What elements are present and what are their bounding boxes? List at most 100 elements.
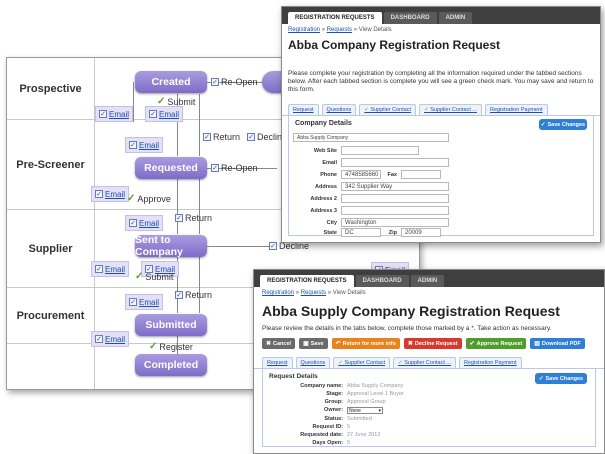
address2-field[interactable]	[341, 194, 449, 203]
check-icon: ✓	[127, 193, 136, 204]
email-action[interactable]: ✓Email	[125, 215, 164, 231]
breadcrumb-registration[interactable]: Registration	[288, 27, 320, 33]
breadcrumb: Registration » Requests » View Details	[262, 290, 366, 296]
email-field[interactable]	[341, 158, 449, 167]
connector	[177, 179, 178, 234]
close-icon: ✖	[266, 341, 272, 347]
tab-request[interactable]: Request	[288, 104, 319, 115]
detail-row: Group: Approval Group	[324, 399, 386, 405]
breadcrumb-requests[interactable]: Requests	[327, 27, 352, 33]
node-completed[interactable]: Completed	[135, 354, 207, 376]
connector	[207, 246, 277, 247]
tab-supplier-contact-2[interactable]: ✓ Supplier Contact ...	[393, 357, 456, 368]
nav-admin[interactable]: ADMIN	[410, 275, 445, 287]
supplier-registration-window: REGISTRATION REQUESTS DASHBOARD ADMIN Re…	[281, 6, 601, 243]
top-nav: REGISTRATION REQUESTS DASHBOARD ADMIN	[282, 7, 600, 24]
nav-admin[interactable]: ADMIN	[438, 12, 473, 24]
field-label: Email	[322, 159, 337, 166]
field-label: Address 2	[310, 195, 337, 202]
check-icon: ✔	[469, 341, 475, 347]
owner-select[interactable]: None ▾	[347, 407, 383, 414]
state-field[interactable]: DC	[341, 228, 381, 237]
tab-supplier-contact-2[interactable]: ✓ Supplier Contact ...	[419, 104, 482, 115]
email-action[interactable]: ✓Email	[91, 331, 130, 347]
connector	[199, 257, 200, 313]
tab-supplier-contact[interactable]: ✓ Supplier Contact	[333, 357, 391, 368]
company-name-field[interactable]: Abba Supply Company	[293, 133, 449, 142]
edge-reopen: ✓ Re-Open	[211, 77, 258, 87]
return-for-info-button[interactable]: ↶ Return for more info	[331, 338, 400, 349]
zip-field[interactable]: 20009	[401, 228, 441, 237]
field-label: Fax	[387, 171, 397, 178]
email-action[interactable]: ✓Email	[95, 106, 134, 122]
edge-return: ✓ Return	[203, 132, 241, 142]
address-field[interactable]: 342 Supplier Way	[341, 182, 449, 191]
nav-dashboard[interactable]: DASHBOARD	[383, 12, 437, 24]
nav-registration-requests[interactable]: REGISTRATION REQUESTS	[260, 275, 354, 287]
tab-bar: Request Questions ✓ Supplier Contact ✓ S…	[282, 104, 600, 116]
lane-label: Procurement	[7, 288, 95, 343]
field-label: City	[326, 219, 337, 226]
website-field[interactable]	[341, 146, 419, 155]
checkbox-icon: ✓	[247, 133, 255, 141]
nav-registration-requests[interactable]: REGISTRATION REQUESTS	[288, 12, 382, 24]
connector	[199, 94, 200, 156]
section-title: Company Details	[295, 120, 352, 127]
email-action[interactable]: ✓Email	[91, 261, 130, 277]
checkbox-icon: ✓	[95, 190, 103, 198]
phone-field[interactable]: 4748585660	[341, 170, 381, 179]
disk-icon: ▣	[303, 341, 309, 347]
tab-questions[interactable]: Questions	[321, 104, 357, 115]
edge-reopen: ✓ Re-Open	[211, 163, 258, 173]
email-action[interactable]: ✓Email	[145, 106, 184, 122]
edge-submit: ✓ Submit	[157, 96, 196, 107]
tab-registration-payment[interactable]: Registration Payment	[485, 104, 548, 115]
node-submitted[interactable]: Submitted	[135, 314, 207, 336]
save-button[interactable]: ▣ Save	[299, 338, 328, 349]
approve-request-button[interactable]: ✔ Approve Request	[465, 338, 527, 349]
chevron-down-icon: ▾	[378, 407, 381, 414]
company-details-panel: Company Details ✓ Save Changes Abba Suppl…	[288, 116, 594, 237]
decline-request-button[interactable]: ✖ Decline Request	[403, 338, 462, 349]
field-label: State	[323, 229, 337, 236]
detail-row: Request ID: 5	[312, 424, 351, 430]
section-title: Request Details	[269, 373, 318, 380]
checkbox-icon: ✓	[269, 242, 277, 250]
top-nav: REGISTRATION REQUESTS DASHBOARD ADMIN	[254, 270, 604, 287]
checkbox-icon: ✓	[129, 298, 137, 306]
save-changes-button[interactable]: ✓ Save Changes	[535, 373, 587, 384]
cancel-button[interactable]: ✖ Cancel	[262, 338, 296, 349]
tab-questions[interactable]: Questions	[295, 357, 331, 368]
nav-dashboard[interactable]: DASHBOARD	[355, 275, 409, 287]
breadcrumb-current: View Details	[358, 27, 392, 33]
connector	[199, 179, 200, 234]
detail-row: Owner: None ▾	[324, 407, 383, 414]
breadcrumb-registration[interactable]: Registration	[262, 290, 294, 296]
document-icon: ▤	[534, 341, 540, 347]
email-action[interactable]: ✓Email	[125, 294, 164, 310]
request-review-window: REGISTRATION REQUESTS DASHBOARD ADMIN Re…	[253, 269, 605, 454]
node-requested[interactable]: Requested	[135, 157, 207, 179]
checkbox-icon: ✓	[129, 141, 137, 149]
tab-registration-payment[interactable]: Registration Payment	[459, 357, 522, 368]
tab-supplier-contact[interactable]: ✓ Supplier Contact	[359, 104, 417, 115]
email-action[interactable]: ✓Email	[125, 137, 164, 153]
email-action[interactable]: ✓Email	[91, 186, 130, 202]
breadcrumb-requests[interactable]: Requests	[301, 290, 326, 296]
node-sent-to-company[interactable]: Sent to Company	[135, 234, 207, 258]
edge-return: ✓ Return	[175, 290, 213, 300]
city-field[interactable]: Washington	[341, 218, 449, 227]
detail-row: Stage: Approval Level 1 Buyer	[326, 391, 404, 397]
tab-request[interactable]: Request	[262, 357, 293, 368]
field-label: Address	[314, 183, 337, 190]
field-label: Address 3	[310, 207, 337, 214]
detail-row: Days Open: 5	[312, 440, 351, 446]
download-pdf-button[interactable]: ▤ Download PDF	[530, 338, 585, 349]
page-title: Abba Supply Company Registration Request	[262, 303, 560, 319]
node-created[interactable]: Created	[135, 71, 207, 93]
action-bar: ✖ Cancel ▣ Save ↶ Return for more info ✖ Dec…	[254, 334, 604, 353]
page-title: Abba Company Registration Request	[288, 38, 501, 52]
save-changes-button[interactable]: ✓ Save Changes	[539, 119, 587, 130]
address3-field[interactable]	[341, 206, 449, 215]
fax-field[interactable]	[401, 170, 441, 179]
